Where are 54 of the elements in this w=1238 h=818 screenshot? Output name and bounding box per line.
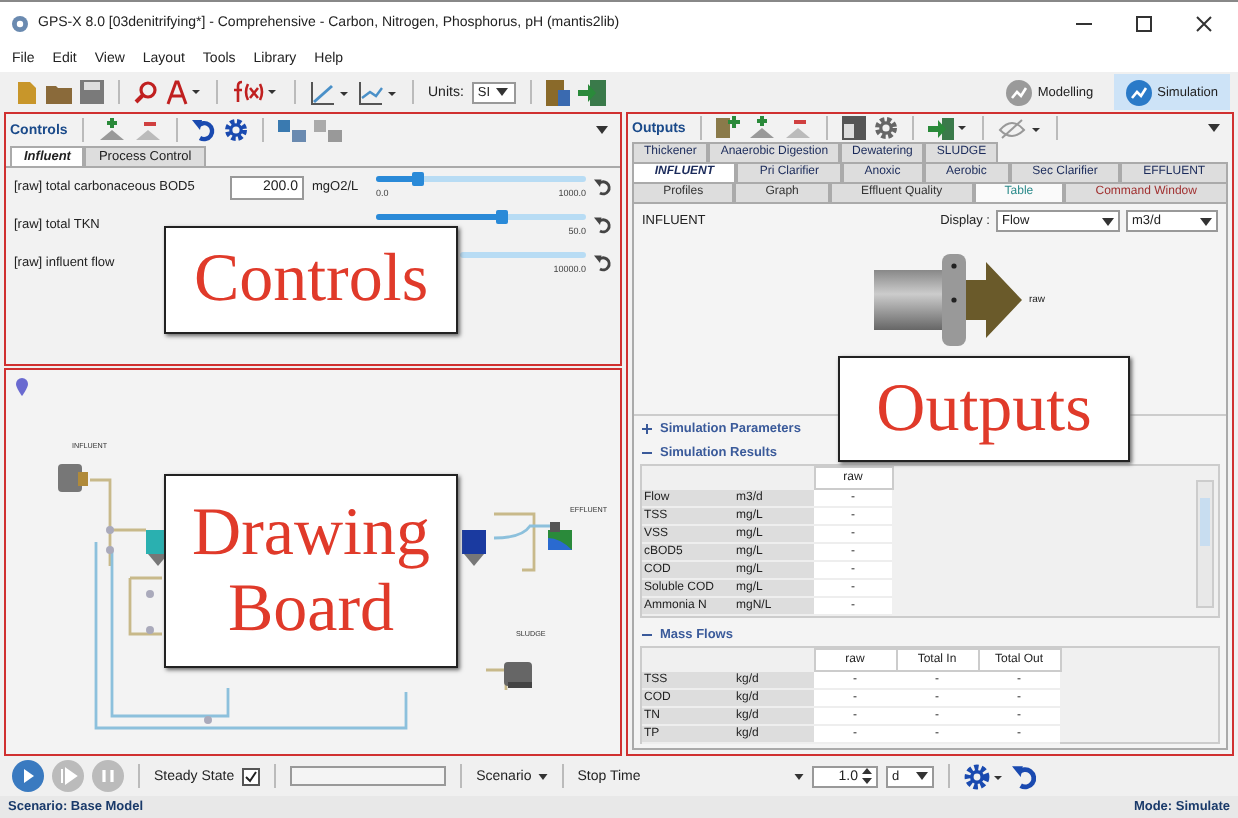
undo-icon[interactable] <box>191 118 216 142</box>
callout-label: Outputs <box>838 356 1130 462</box>
eye-icon[interactable] <box>997 117 1042 139</box>
settings-icon[interactable] <box>223 118 248 142</box>
chart-circle-icon <box>1125 79 1152 105</box>
caret-icon <box>916 772 928 780</box>
slider-track[interactable] <box>376 214 586 220</box>
slider-thumb[interactable] <box>496 210 508 224</box>
caret-icon[interactable] <box>794 773 805 779</box>
undo-icon[interactable] <box>1012 763 1038 789</box>
settings-icon[interactable] <box>964 763 1004 789</box>
transfer-icon[interactable] <box>313 119 342 141</box>
save-model-icon[interactable] <box>545 79 570 105</box>
play-button[interactable] <box>12 760 44 792</box>
chart-icon[interactable] <box>358 79 398 105</box>
search-icon[interactable] <box>134 80 158 104</box>
caret-icon[interactable] <box>1208 124 1220 132</box>
remove-icon[interactable] <box>783 116 812 140</box>
spinner-icon <box>862 768 872 784</box>
function-icon[interactable] <box>232 80 280 104</box>
transfer-icon[interactable] <box>277 119 306 141</box>
chart-icon[interactable] <box>310 79 350 105</box>
caret-icon[interactable] <box>596 126 608 134</box>
maximize-icon[interactable] <box>1134 13 1154 33</box>
caret-icon <box>496 88 509 96</box>
caret-icon <box>1200 217 1212 225</box>
export-icon[interactable] <box>927 117 968 139</box>
callout-label: Drawing Board <box>164 474 458 668</box>
reset-icon[interactable] <box>594 254 612 272</box>
layout-icon[interactable] <box>841 116 866 140</box>
scrollbar[interactable] <box>1196 480 1214 608</box>
remove-icon[interactable] <box>133 118 162 142</box>
steady-state-checkbox[interactable] <box>242 767 261 785</box>
slider-track[interactable] <box>376 176 586 182</box>
slider-thumb[interactable] <box>412 172 424 186</box>
export-icon[interactable] <box>577 79 606 105</box>
location-pin-icon <box>16 378 28 396</box>
section-toggle-icon[interactable] <box>642 423 652 433</box>
reset-icon[interactable] <box>594 216 612 234</box>
slider-track[interactable] <box>460 252 586 258</box>
caret-icon <box>537 773 548 779</box>
add-icon[interactable] <box>97 118 126 142</box>
save-icon[interactable] <box>80 80 104 104</box>
folder-icon[interactable] <box>46 81 72 103</box>
settings-icon[interactable] <box>873 116 898 140</box>
add-chart-icon[interactable] <box>715 116 740 140</box>
caret-icon <box>1102 217 1114 225</box>
close-icon[interactable] <box>1194 13 1214 33</box>
add-icon[interactable] <box>747 116 776 140</box>
callout-label: Controls <box>164 226 458 334</box>
reset-icon[interactable] <box>594 178 612 196</box>
font-color-icon[interactable] <box>166 79 202 105</box>
app-icon <box>10 13 30 33</box>
chart-circle-icon <box>1005 79 1032 105</box>
